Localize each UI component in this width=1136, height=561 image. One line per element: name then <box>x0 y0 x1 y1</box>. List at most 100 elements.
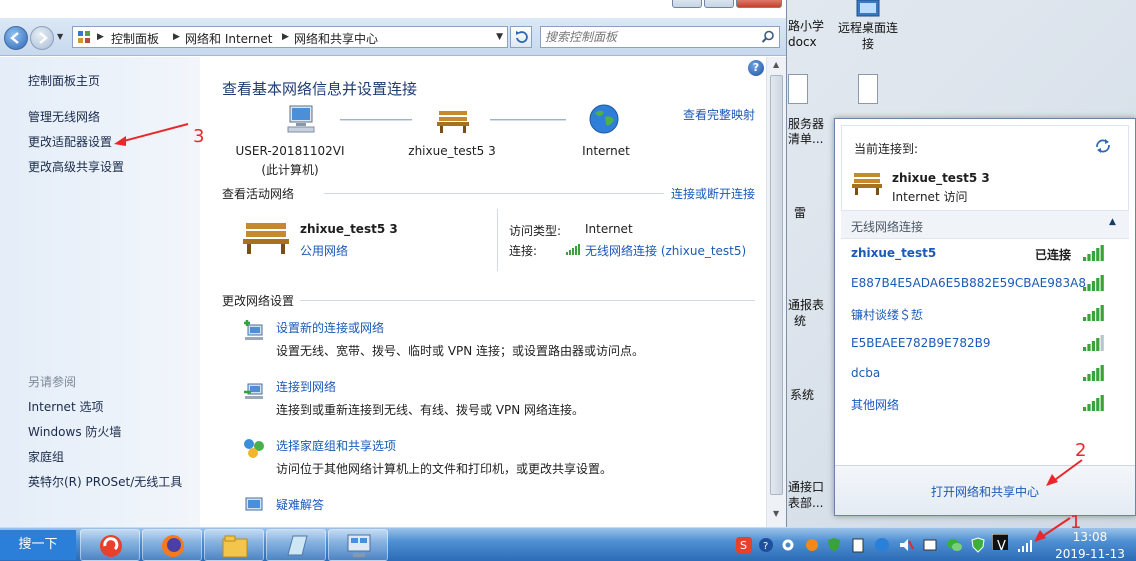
refresh-networks-icon[interactable] <box>1094 138 1112 154</box>
search-field[interactable] <box>540 26 780 48</box>
folder-icon <box>222 535 248 558</box>
security-tray-icon[interactable] <box>970 537 986 553</box>
signal-bar <box>1100 395 1104 411</box>
taskbar-app-explorer[interactable] <box>204 529 264 561</box>
signal-bar <box>1083 407 1087 411</box>
history-dropdown[interactable]: ▼ <box>57 32 63 41</box>
active-networks-heading: 查看活动网络 <box>222 187 295 201</box>
scroll-thumb[interactable] <box>770 75 783 495</box>
desktop-icon-label: 远程桌面连接 <box>837 21 898 51</box>
sun-tray-icon[interactable] <box>804 537 820 553</box>
settings-tray-icon[interactable] <box>780 537 796 553</box>
wifi-network-name: zhixue_test5 <box>851 246 937 260</box>
arrow-left-icon <box>10 32 19 44</box>
taskbar-app-network[interactable] <box>328 529 388 561</box>
nav-change-adapter-settings[interactable]: 更改适配器设置 <box>28 133 112 150</box>
desktop-icon-label: 路小学 <box>788 19 825 33</box>
computer-icon <box>287 105 315 133</box>
connect-network-icon <box>244 383 263 399</box>
desktop-icon-doc[interactable]: 路小学 docx <box>788 18 834 50</box>
sogou-input-icon[interactable]: S <box>736 537 752 553</box>
signal-bar <box>1087 404 1091 411</box>
breadcrumb-separator-icon: ▶ <box>173 32 180 42</box>
shield-tray-icon[interactable] <box>826 537 842 553</box>
public-network-link[interactable]: 公用网络 <box>300 242 348 259</box>
refresh-button[interactable] <box>510 26 532 48</box>
nav-intel-proset[interactable]: 英特尔(R) PROSet/无线工具 <box>28 473 182 490</box>
maximize-button[interactable] <box>704 0 734 8</box>
address-bar[interactable]: ▶ 控制面板 ▶ 网络和 Internet ▶ 网络和共享中心 ▼ <box>72 26 508 48</box>
wifi-network-row[interactable]: 其他网络 <box>851 393 1104 415</box>
breadcrumb-control-panel[interactable]: 控制面板 <box>111 30 159 47</box>
wifi-network-row[interactable]: E5BEAEE782B9E782B9 <box>851 333 1104 355</box>
vertical-divider <box>497 209 498 271</box>
breadcrumb-network-internet[interactable]: 网络和 Internet <box>185 30 272 47</box>
vertical-scrollbar[interactable]: ▲ ▼ <box>766 57 786 527</box>
scroll-down-icon[interactable]: ▼ <box>773 509 779 518</box>
nav-control-panel-home[interactable]: 控制面板主页 <box>28 72 100 89</box>
taskbar-app-firefox[interactable] <box>142 529 202 561</box>
nav-manage-wireless[interactable]: 管理无线网络 <box>28 108 100 125</box>
current-network-name: zhixue_test5 3 <box>892 171 990 185</box>
wifi-network-row[interactable]: 镰村谈缕＄悊 <box>851 303 1104 325</box>
taskbar-app-notepad[interactable] <box>266 529 326 561</box>
address-dropdown-icon[interactable]: ▼ <box>496 32 503 42</box>
breadcrumb-sharing-center[interactable]: 网络和共享中心 <box>294 30 378 47</box>
back-button[interactable] <box>4 26 28 50</box>
nav-homegroup[interactable]: 家庭组 <box>28 448 64 465</box>
connect-to-network-link[interactable]: 连接到网络 <box>276 378 336 395</box>
forward-button[interactable] <box>30 26 54 50</box>
help-tray-icon[interactable]: ? <box>758 537 774 553</box>
search-once-button[interactable]: 搜一下 <box>0 530 76 560</box>
taskbar-app-360[interactable] <box>80 529 140 561</box>
desktop-icon-file[interactable] <box>788 74 808 104</box>
remote-desktop-icon <box>855 0 881 18</box>
wifi-network-row[interactable]: E887B4E5ADA6E5B882E59CBAE983A8 <box>851 273 1104 295</box>
volume-muted-icon[interactable] <box>898 537 914 553</box>
signal-bar <box>1096 368 1100 381</box>
refresh-icon <box>516 31 528 43</box>
signal-bar <box>1087 344 1091 351</box>
connect-to-network-desc: 连接到或重新连接到无线、有线、拨号或 VPN 网络连接。 <box>276 403 585 417</box>
map-network-name: zhixue_test5 3 <box>408 144 496 158</box>
scroll-up-icon[interactable]: ▲ <box>773 60 779 69</box>
homegroup-sharing-link[interactable]: 选择家庭组和共享选项 <box>276 437 396 454</box>
network-sharing-center-window: ▼ ▶ 控制面板 ▶ 网络和 Internet ▶ 网络和共享中心 ▼ 控制面板… <box>0 0 787 527</box>
desktop-icon-file[interactable] <box>858 74 878 104</box>
bench-network-icon <box>437 111 469 133</box>
collapse-chevron-icon[interactable]: ▲ <box>1109 217 1116 227</box>
nav-internet-options[interactable]: Internet 选项 <box>28 398 103 415</box>
desktop-partial-label: 系统 <box>790 388 815 402</box>
nav-windows-firewall[interactable]: Windows 防火墙 <box>28 423 121 440</box>
wireless-section-header[interactable]: 无线网络连接 ▲ <box>841 211 1129 239</box>
annotation-arrow <box>114 123 189 146</box>
wifi-network-name: E5BEAEE782B9E782B9 <box>851 336 991 350</box>
clipboard-tray-icon[interactable] <box>850 537 866 553</box>
setup-new-connection-link[interactable]: 设置新的连接或网络 <box>276 319 384 336</box>
signal-bar <box>1091 281 1095 291</box>
close-button[interactable] <box>736 0 782 8</box>
wifi-network-row[interactable]: zhixue_test5 已连接 <box>851 243 1104 265</box>
window-tray-icon[interactable] <box>922 537 938 553</box>
search-input[interactable] <box>545 29 755 45</box>
desktop-icon-remote[interactable]: 远程桌面连接 <box>835 0 901 52</box>
vpn-tray-icon[interactable]: V <box>992 534 1008 550</box>
nav-change-advanced-sharing[interactable]: 更改高级共享设置 <box>28 158 124 175</box>
open-sharing-center-link[interactable]: 打开网络和共享中心 <box>931 483 1039 500</box>
wifi-network-row[interactable]: dcba <box>851 363 1104 385</box>
usb-tray-icon[interactable] <box>874 537 890 553</box>
minimize-button[interactable] <box>672 0 702 8</box>
troubleshoot-link[interactable]: 疑难解答 <box>276 496 324 513</box>
help-icon[interactable]: ? <box>748 60 764 76</box>
signal-bar <box>1096 278 1100 291</box>
wechat-tray-icon[interactable] <box>946 537 962 553</box>
signal-bar <box>1100 305 1104 321</box>
view-full-map-link[interactable]: 查看完整映射 <box>683 106 755 123</box>
connection-label: 连接: <box>509 244 538 258</box>
wireless-connection-link[interactable]: 无线网络连接 (zhixue_test5) <box>585 242 746 259</box>
signal-bar <box>1083 317 1087 321</box>
new-connection-icon <box>244 320 263 340</box>
signal-bar <box>1083 377 1087 381</box>
connect-disconnect-link[interactable]: 连接或断开连接 <box>671 185 755 202</box>
flyout-footer: 打开网络和共享中心 <box>835 465 1135 515</box>
